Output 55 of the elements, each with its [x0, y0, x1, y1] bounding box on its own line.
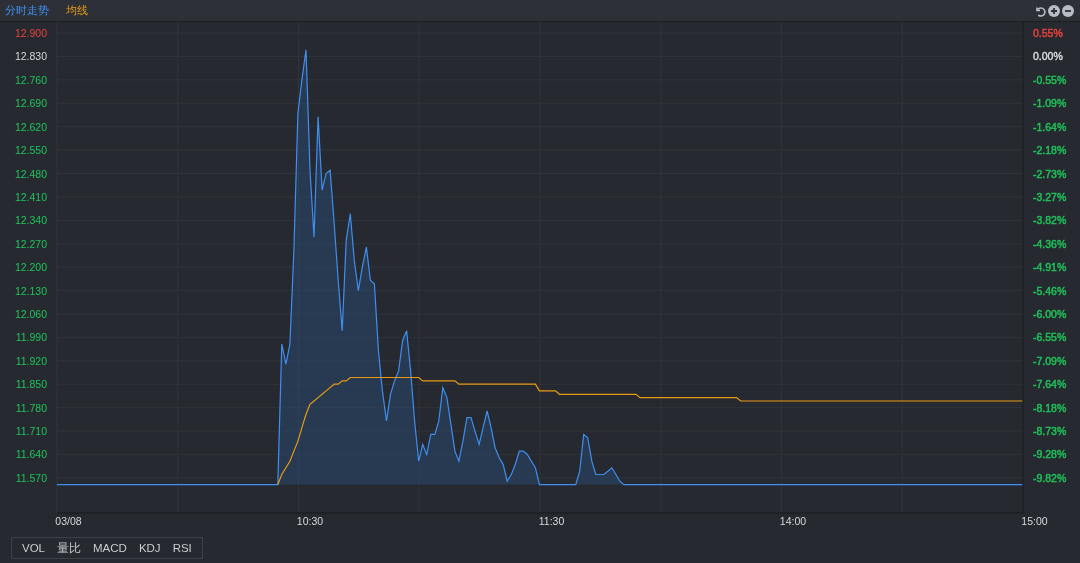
percent-label: 0.00% — [1033, 50, 1063, 63]
y-axis-label: 11.710 — [15, 425, 47, 438]
percent-label: -0.55% — [1033, 73, 1067, 86]
percent-label: -1.09% — [1033, 97, 1067, 110]
y-axis-label: 12.410 — [14, 190, 47, 203]
y-axis-label: 12.830 — [14, 50, 47, 63]
y-axis-label: 12.900 — [14, 27, 47, 40]
indicator-tab[interactable]: KDJ — [132, 539, 167, 557]
percent-label: -6.55% — [1033, 331, 1067, 344]
y-axis-label: 12.760 — [14, 73, 47, 86]
x-axis-label: 15:00 — [1021, 515, 1048, 527]
y-axis-label: 11.920 — [15, 354, 47, 367]
percent-label: 0.55% — [1033, 27, 1063, 40]
percent-label: -4.36% — [1033, 237, 1067, 250]
percent-label: -2.18% — [1033, 144, 1067, 157]
indicator-tab[interactable]: VOL — [16, 539, 51, 557]
legend-label: 均线 — [66, 3, 88, 18]
y-axis-label: 11.990 — [15, 331, 47, 344]
x-axis-label: 03/08 — [55, 515, 82, 527]
y-axis-label: 12.270 — [14, 237, 47, 250]
percent-label: -7.64% — [1033, 378, 1067, 391]
indicator-tab[interactable]: RSI — [166, 539, 198, 557]
percent-label: -3.82% — [1033, 214, 1067, 227]
percent-label: -4.91% — [1033, 261, 1067, 274]
percent-label: -9.28% — [1033, 448, 1067, 461]
indicator-tab[interactable]: 量比 — [51, 539, 87, 557]
percent-label: -8.18% — [1033, 401, 1067, 414]
y-axis-label: 11.570 — [15, 471, 47, 484]
y-axis-label: 12.480 — [14, 167, 47, 180]
y-axis-label: 12.550 — [14, 144, 47, 157]
indicator-tab[interactable]: MACD — [87, 539, 133, 557]
zoom-in-icon[interactable] — [1048, 4, 1060, 17]
y-axis-label: 12.200 — [14, 261, 47, 274]
percent-label: -3.27% — [1033, 190, 1067, 203]
chart-title: 分时走势 — [5, 3, 49, 18]
percent-label: -2.73% — [1033, 167, 1067, 180]
percent-label: -7.09% — [1033, 354, 1067, 367]
x-axis-label: 14:00 — [779, 515, 807, 527]
percent-label: -5.46% — [1033, 284, 1067, 297]
y-axis-label: 11.850 — [15, 378, 47, 391]
undo-icon[interactable] — [1034, 4, 1046, 17]
y-axis-label: 11.640 — [15, 448, 47, 461]
x-axis-label: 10:30 — [296, 515, 324, 527]
y-axis-label: 11.780 — [15, 401, 47, 414]
y-axis-label: 12.690 — [14, 97, 47, 110]
percent-label: -6.00% — [1033, 308, 1067, 320]
percent-label: -9.82% — [1033, 471, 1067, 484]
percent-label: -8.73% — [1033, 425, 1067, 438]
y-axis-label: 12.130 — [14, 284, 47, 297]
y-axis-label: 12.060 — [14, 308, 47, 320]
x-axis-label: 11:30 — [538, 515, 565, 527]
y-axis-label: 12.340 — [14, 214, 47, 227]
percent-label: -1.64% — [1033, 120, 1067, 133]
zoom-out-icon[interactable] — [1062, 4, 1074, 17]
y-axis-label: 12.620 — [14, 120, 47, 133]
